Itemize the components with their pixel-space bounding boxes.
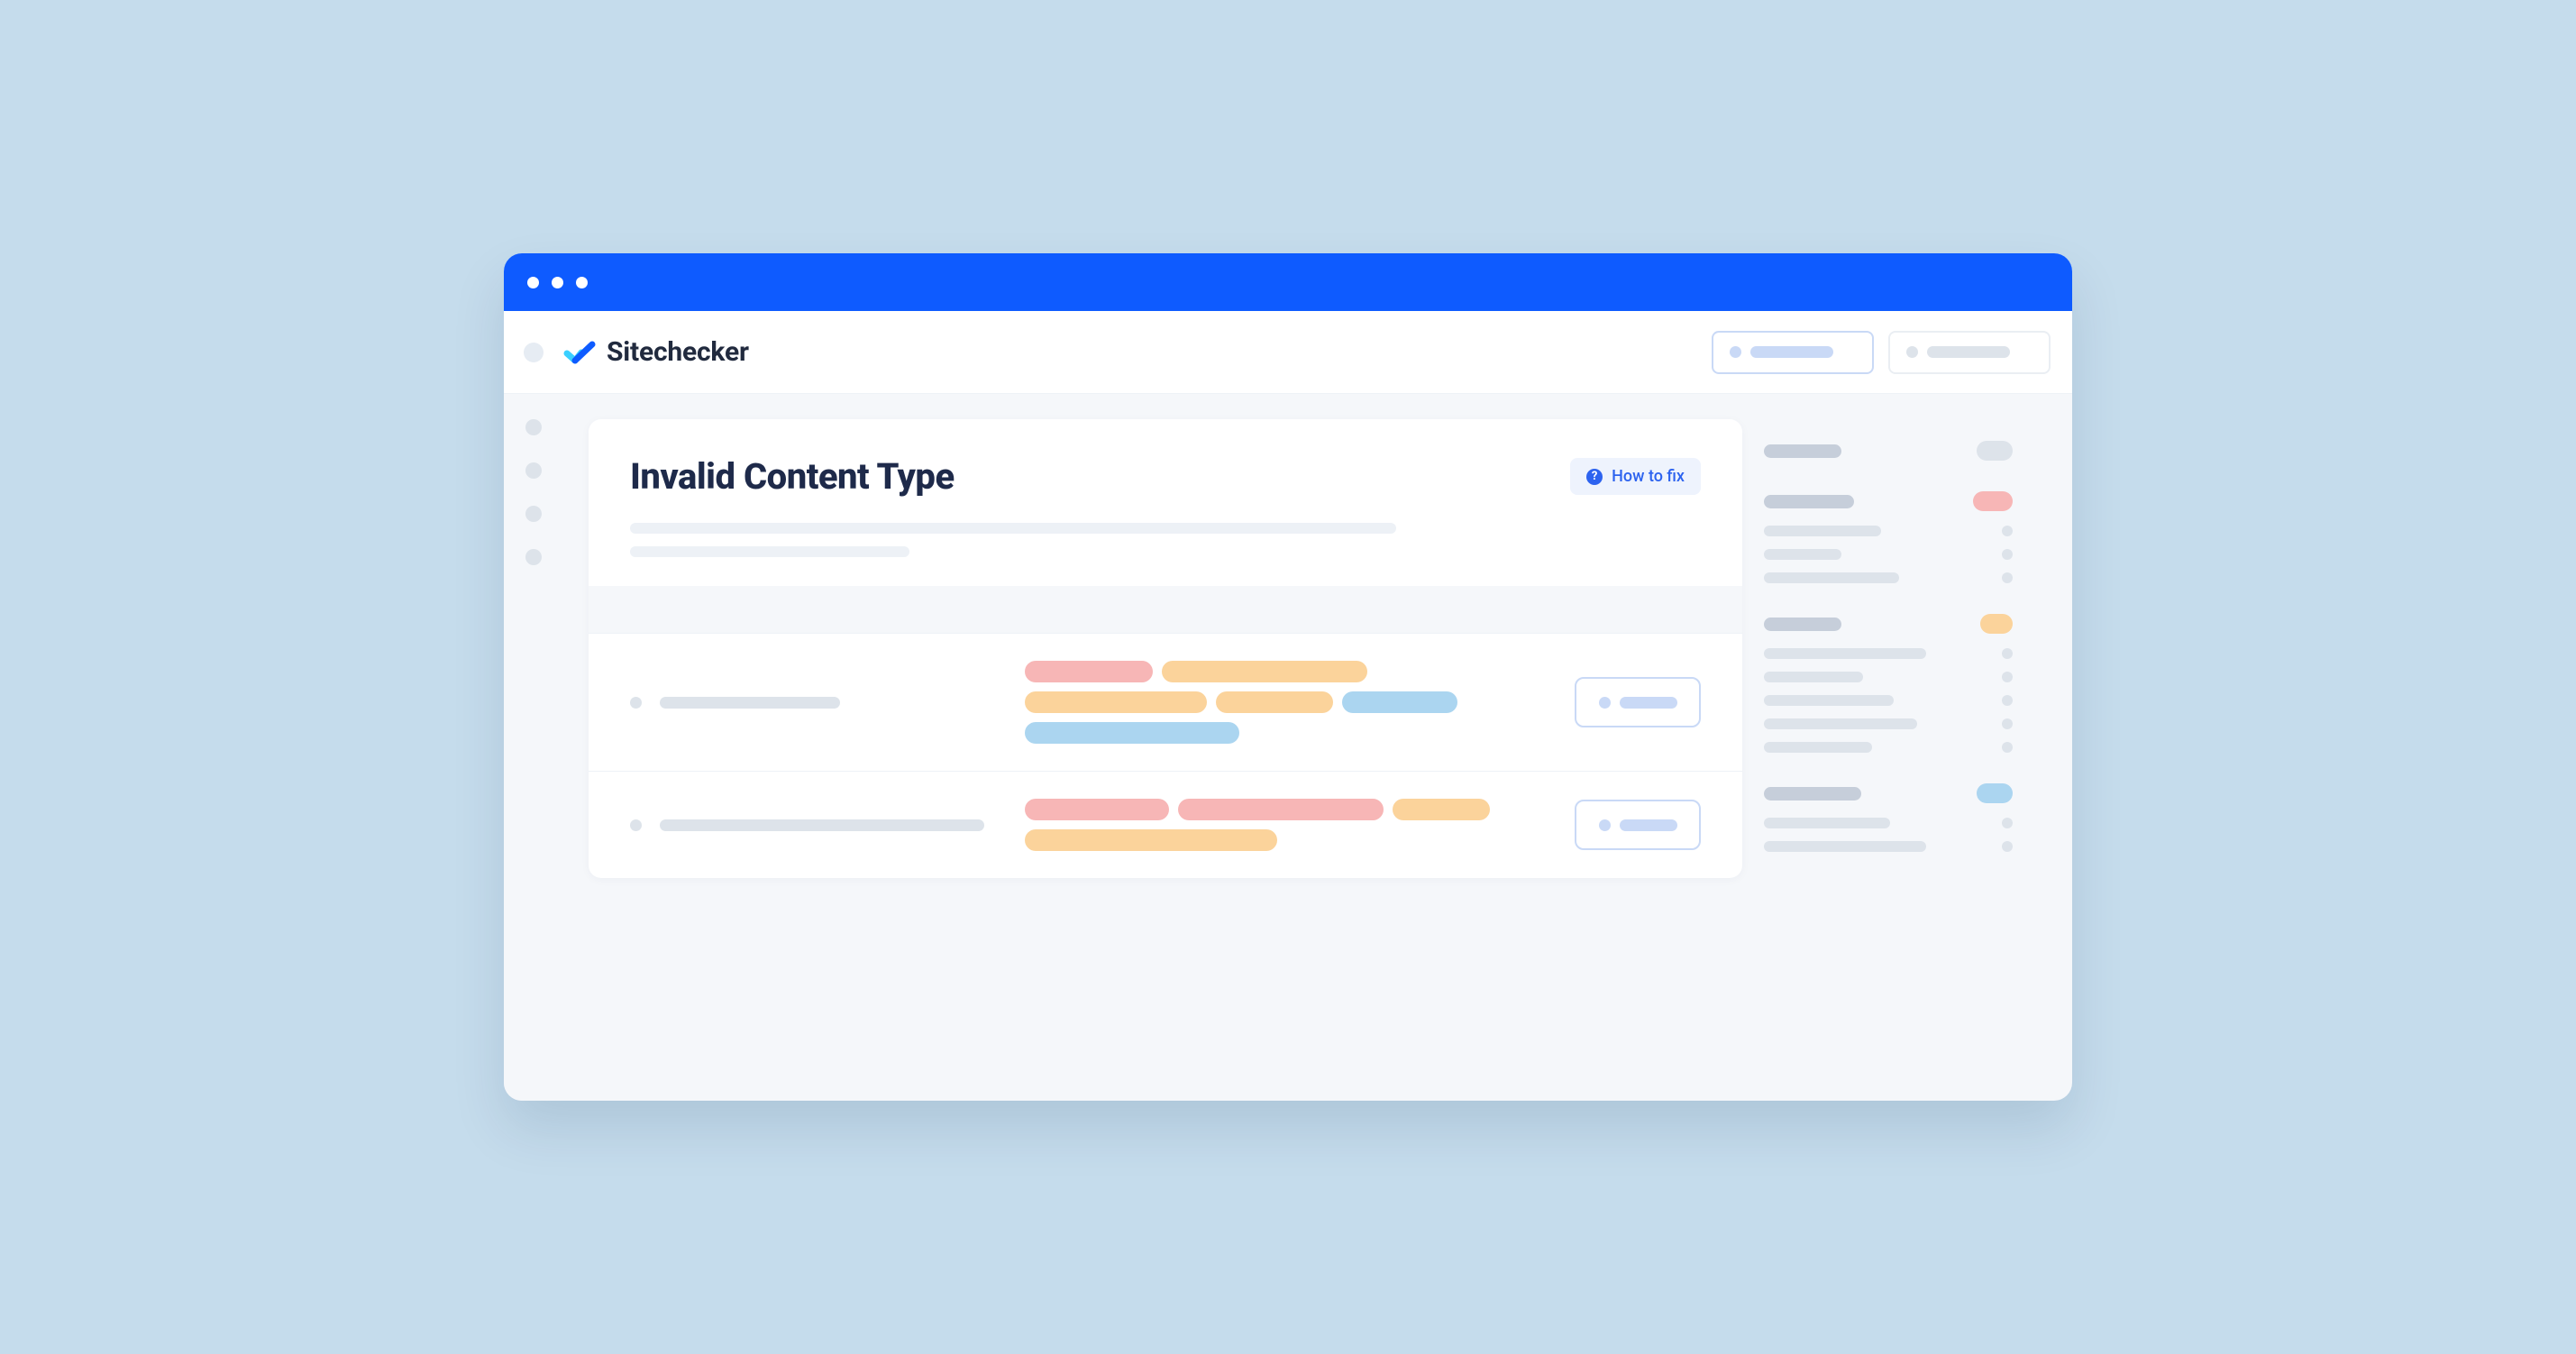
sidebar-nav-item[interactable] xyxy=(525,549,542,565)
category-header[interactable] xyxy=(1764,441,2013,461)
category-header[interactable] xyxy=(1764,491,2013,511)
app-window: Sitechecker Invalid Content Type xyxy=(504,253,2072,1101)
sidebar-nav-item[interactable] xyxy=(525,462,542,479)
category-item[interactable] xyxy=(1764,672,2013,682)
tag xyxy=(1216,691,1333,713)
body-area: Invalid Content Type ? How to fix xyxy=(504,394,2072,1101)
sidebar-nav-item[interactable] xyxy=(525,506,542,522)
window-control-maximize[interactable] xyxy=(576,277,588,288)
description-placeholder xyxy=(630,523,1701,557)
tag xyxy=(1025,829,1277,851)
category-group xyxy=(1764,441,2013,461)
category-item[interactable] xyxy=(1764,648,2013,659)
row-action-button[interactable] xyxy=(1575,800,1701,850)
category-item[interactable] xyxy=(1764,695,2013,706)
issue-card: Invalid Content Type ? How to fix xyxy=(589,419,1742,878)
window-control-close[interactable] xyxy=(527,277,539,288)
header-button-secondary[interactable] xyxy=(1888,331,2051,374)
row-label xyxy=(630,697,1000,709)
menu-icon[interactable] xyxy=(524,343,544,362)
category-item[interactable] xyxy=(1764,841,2013,852)
issue-row[interactable] xyxy=(589,771,1742,878)
category-group xyxy=(1764,491,2013,583)
sidebar xyxy=(504,394,563,1101)
tag xyxy=(1178,799,1384,820)
tag xyxy=(1025,691,1207,713)
category-badge xyxy=(1977,783,2013,803)
tag xyxy=(1025,722,1239,744)
category-item[interactable] xyxy=(1764,572,2013,583)
right-panel xyxy=(1764,419,2034,1101)
row-action-button[interactable] xyxy=(1575,677,1701,727)
category-item[interactable] xyxy=(1764,549,2013,560)
row-tags xyxy=(1025,799,1549,851)
row-label xyxy=(630,819,1000,831)
category-header[interactable] xyxy=(1764,614,2013,634)
category-item[interactable] xyxy=(1764,742,2013,753)
category-badge xyxy=(1973,491,2013,511)
issue-row[interactable] xyxy=(589,633,1742,771)
how-to-fix-button[interactable]: ? How to fix xyxy=(1570,458,1701,495)
window-control-minimize[interactable] xyxy=(552,277,563,288)
tag xyxy=(1025,661,1153,682)
category-item[interactable] xyxy=(1764,818,2013,828)
how-to-fix-label: How to fix xyxy=(1612,467,1685,486)
checkmark-icon xyxy=(563,336,596,369)
category-group xyxy=(1764,783,2013,852)
row-tags xyxy=(1025,661,1549,744)
sidebar-nav-item[interactable] xyxy=(525,419,542,435)
header-button-primary[interactable] xyxy=(1712,331,1874,374)
category-item[interactable] xyxy=(1764,718,2013,729)
top-bar: Sitechecker xyxy=(504,311,2072,394)
tag xyxy=(1025,799,1169,820)
page-title: Invalid Content Type xyxy=(630,455,955,498)
tag xyxy=(1342,691,1457,713)
category-badge xyxy=(1980,614,2013,634)
window-titlebar xyxy=(504,253,2072,311)
help-icon: ? xyxy=(1586,469,1603,485)
category-group xyxy=(1764,614,2013,753)
tag xyxy=(1162,661,1367,682)
main-area: Invalid Content Type ? How to fix xyxy=(563,394,2072,1101)
filter-strip xyxy=(589,586,1742,633)
brand-logo[interactable]: Sitechecker xyxy=(563,336,749,369)
category-item[interactable] xyxy=(1764,526,2013,536)
category-header[interactable] xyxy=(1764,783,2013,803)
category-badge xyxy=(1977,441,2013,461)
brand-name: Sitechecker xyxy=(607,336,749,368)
tag xyxy=(1393,799,1490,820)
